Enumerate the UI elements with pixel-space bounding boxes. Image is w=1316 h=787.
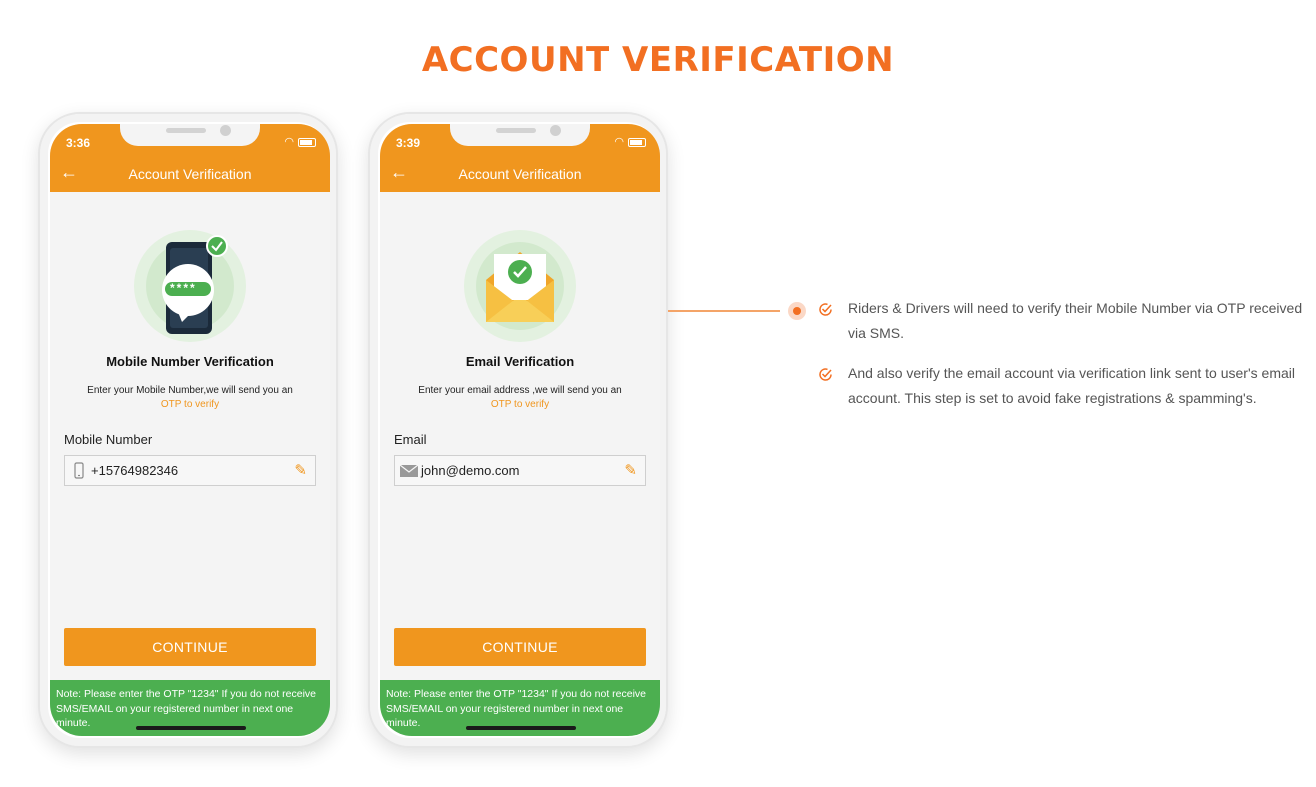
home-indicator: [466, 726, 576, 730]
otp-mask: ****: [170, 281, 197, 295]
continue-button[interactable]: CONTINUE: [64, 628, 316, 666]
phone-screen: 3:39 ◠ ← Account Verification Email Veri…: [380, 124, 660, 736]
mobile-icon: [74, 462, 84, 479]
connector-line: [668, 310, 780, 312]
edit-pencil-icon[interactable]: ✎: [624, 461, 637, 479]
connector-dot: [788, 302, 806, 320]
battery-icon: [628, 137, 646, 147]
phone-otp-icon: ****: [134, 230, 246, 342]
verification-description: Enter your email address ,we will send y…: [390, 384, 650, 412]
wifi-icon: ◠: [614, 136, 625, 148]
check-circle-icon: [819, 303, 832, 316]
phone-mockup-email: 3:39 ◠ ← Account Verification Email Veri…: [368, 112, 668, 748]
otp-text: OTP to verify: [160, 399, 220, 410]
phone-notch: [120, 124, 260, 146]
status-icons: ◠: [284, 135, 316, 148]
home-indicator: [136, 726, 246, 730]
description-text: Enter your email address ,we will send y…: [418, 385, 622, 396]
status-time: 3:39: [396, 136, 421, 150]
verification-title: Email Verification: [465, 354, 575, 369]
mobile-number-value: +15764982346: [91, 463, 179, 478]
verification-title: Mobile Number Verification: [106, 354, 274, 369]
wifi-icon: ◠: [284, 136, 295, 148]
phone-screen: 3:36 ◠ ← Account Verification **** Mobil…: [50, 124, 330, 736]
mail-icon: [399, 464, 419, 477]
status-time: 3:36: [66, 136, 91, 150]
field-label: Email: [394, 432, 427, 447]
field-label: Mobile Number: [64, 432, 153, 447]
feature-text: And also verify the email account via ve…: [848, 365, 1295, 406]
phone-notch: [450, 124, 590, 146]
email-value: john@demo.com: [421, 463, 520, 478]
status-icons: ◠: [614, 135, 646, 148]
mobile-number-field[interactable]: +15764982346 ✎: [64, 455, 316, 486]
page-title: ACCOUNT VERIFICATION: [421, 40, 895, 80]
feature-text: Riders & Drivers will need to verify the…: [848, 300, 1303, 341]
continue-button[interactable]: CONTINUE: [394, 628, 646, 666]
edit-pencil-icon[interactable]: ✎: [294, 461, 307, 479]
battery-icon: [298, 137, 316, 147]
otp-text: OTP to verify: [490, 399, 550, 410]
email-field[interactable]: john@demo.com ✎: [394, 455, 646, 486]
description-text: Enter your Mobile Number,we will send yo…: [87, 385, 293, 396]
email-envelope-icon: [464, 230, 576, 342]
header-title: Account Verification: [128, 166, 252, 182]
header-title: Account Verification: [458, 166, 582, 182]
phone-mockup-mobile: 3:36 ◠ ← Account Verification **** Mobil…: [38, 112, 338, 748]
verification-description: Enter your Mobile Number,we will send yo…: [60, 384, 320, 412]
check-circle-icon: [819, 368, 832, 381]
